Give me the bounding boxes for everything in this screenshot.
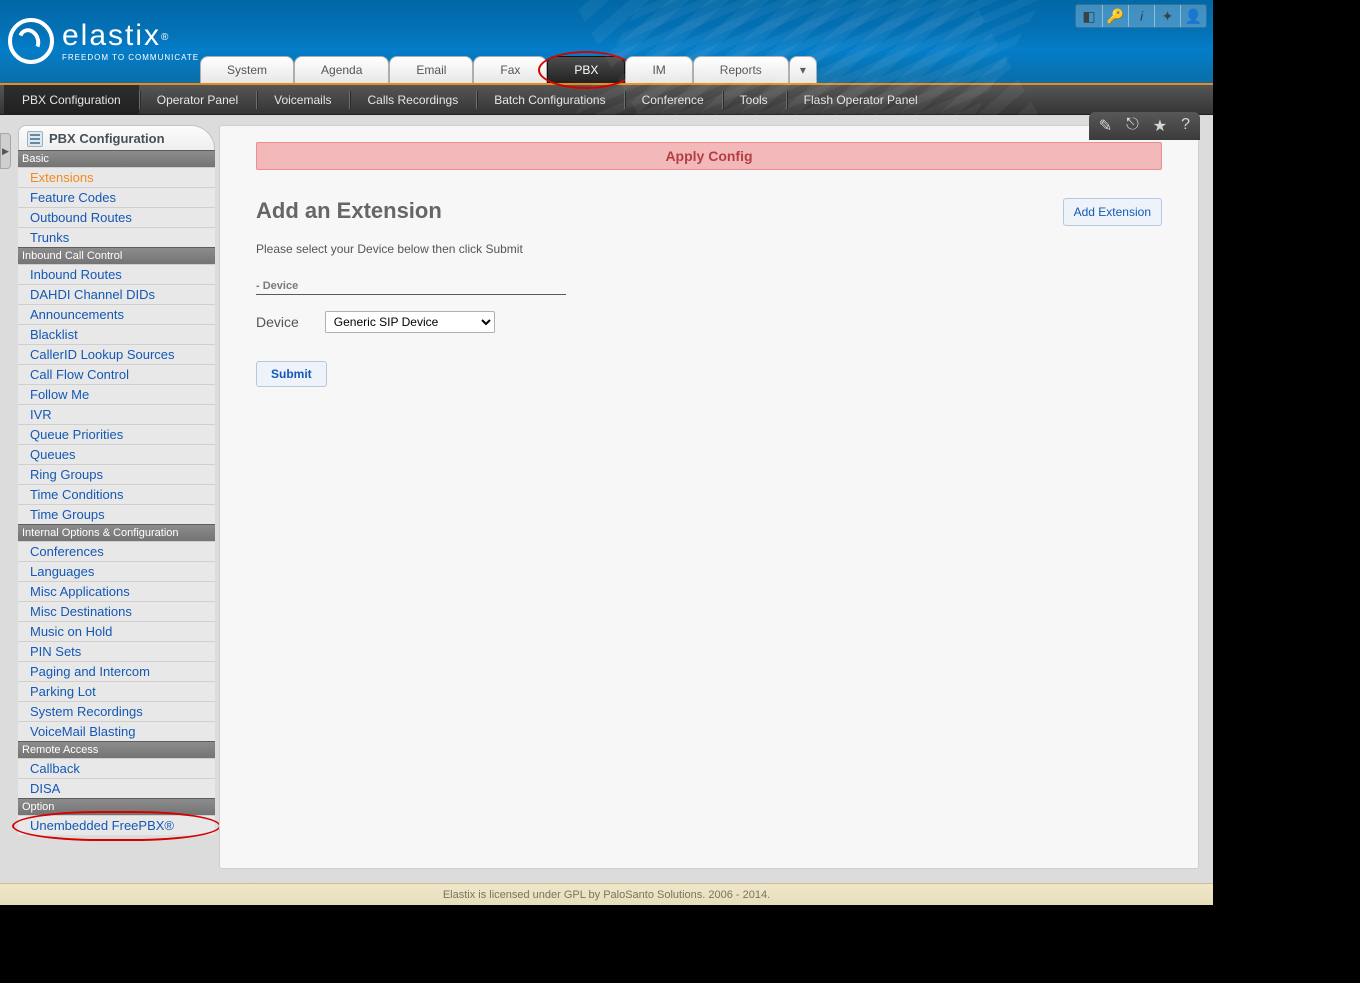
side-head: Remote Access xyxy=(18,741,215,758)
section-divider xyxy=(256,294,566,295)
side-item-ring-groups[interactable]: Ring Groups xyxy=(18,464,215,484)
top-tabs: SystemAgendaEmailFaxPBXIMReports▾ xyxy=(200,56,817,83)
instruction-text: Please select your Device below then cli… xyxy=(256,242,1162,256)
theme-icon[interactable]: ◧ xyxy=(1076,5,1102,27)
card-toolbar: ✎ ⎋ ★ ? xyxy=(1089,112,1200,140)
search-icon[interactable]: 🔑 xyxy=(1102,5,1128,27)
top-tab-reports[interactable]: Reports xyxy=(693,56,789,83)
side-item-voicemail-blasting[interactable]: VoiceMail Blasting xyxy=(18,721,215,741)
logo-mark-icon xyxy=(8,18,54,64)
side-item-queues[interactable]: Queues xyxy=(18,444,215,464)
subnav-operator-panel[interactable]: Operator Panel xyxy=(139,85,256,115)
side-item-music-on-hold[interactable]: Music on Hold xyxy=(18,621,215,641)
submit-button[interactable]: Submit xyxy=(256,361,327,387)
top-banner: elastix® FREEDOM TO COMMUNICATE ◧ 🔑 i ✦ … xyxy=(0,0,1213,85)
top-tab-pbx[interactable]: PBX xyxy=(547,56,625,83)
add-extension-button[interactable]: Add Extension xyxy=(1063,198,1162,226)
side-item-extensions[interactable]: Extensions xyxy=(18,167,215,187)
logout-icon[interactable]: ⎋ xyxy=(1126,116,1139,136)
star-icon[interactable]: ★ xyxy=(1153,116,1167,136)
apply-config-bar[interactable]: Apply Config xyxy=(256,142,1162,170)
side-item-call-flow-control[interactable]: Call Flow Control xyxy=(18,364,215,384)
side-item-announcements[interactable]: Announcements xyxy=(18,304,215,324)
side-item-inbound-routes[interactable]: Inbound Routes xyxy=(18,264,215,284)
top-tab-more[interactable]: ▾ xyxy=(789,56,817,83)
side-item-trunks[interactable]: Trunks xyxy=(18,227,215,247)
config-icon xyxy=(27,131,43,147)
header-icon-bar: ◧ 🔑 i ✦ 👤 xyxy=(1075,4,1207,28)
section-label: - Device xyxy=(256,280,1162,292)
side-panel: PBX Configuration BasicExtensionsFeature… xyxy=(18,125,215,883)
page-body: ▶ PBX Configuration BasicExtensionsFeatu… xyxy=(0,115,1213,883)
puzzle-icon[interactable]: ✦ xyxy=(1154,5,1180,27)
side-panel-title: PBX Configuration xyxy=(18,125,215,150)
side-item-ivr[interactable]: IVR xyxy=(18,404,215,424)
side-item-time-conditions[interactable]: Time Conditions xyxy=(18,484,215,504)
subnav-tools[interactable]: Tools xyxy=(722,85,786,115)
side-item-system-recordings[interactable]: System Recordings xyxy=(18,701,215,721)
side-item-conferences[interactable]: Conferences xyxy=(18,541,215,561)
logo-subtext: FREEDOM TO COMMUNICATE xyxy=(62,53,199,62)
help-icon[interactable]: ? xyxy=(1181,116,1190,136)
side-item-misc-applications[interactable]: Misc Applications xyxy=(18,581,215,601)
side-item-follow-me[interactable]: Follow Me xyxy=(18,384,215,404)
page-heading: Add an Extension xyxy=(256,198,1162,224)
side-item-languages[interactable]: Languages xyxy=(18,561,215,581)
device-select[interactable]: Generic SIP Device xyxy=(325,311,495,333)
side-item-disa[interactable]: DISA xyxy=(18,778,215,798)
subnav-flash-operator-panel[interactable]: Flash Operator Panel xyxy=(786,85,936,115)
top-tab-fax[interactable]: Fax xyxy=(473,56,547,83)
top-tab-system[interactable]: System xyxy=(200,56,294,83)
side-item-paging-and-intercom[interactable]: Paging and Intercom xyxy=(18,661,215,681)
side-item-queue-priorities[interactable]: Queue Priorities xyxy=(18,424,215,444)
side-head: Basic xyxy=(18,150,215,167)
side-item-blacklist[interactable]: Blacklist xyxy=(18,324,215,344)
footer-text: Elastix is licensed under GPL by PaloSan… xyxy=(0,883,1213,905)
side-item-time-groups[interactable]: Time Groups xyxy=(18,504,215,524)
top-tab-im[interactable]: IM xyxy=(625,56,692,83)
side-head: Internal Options & Configuration xyxy=(18,524,215,541)
side-item-callback[interactable]: Callback xyxy=(18,758,215,778)
user-icon[interactable]: 👤 xyxy=(1180,5,1206,27)
edit-icon[interactable]: ✎ xyxy=(1099,116,1112,136)
info-icon[interactable]: i xyxy=(1128,5,1154,27)
device-label: Device xyxy=(256,314,299,330)
subnav-pbx-configuration[interactable]: PBX Configuration xyxy=(4,85,139,115)
side-item-parking-lot[interactable]: Parking Lot xyxy=(18,681,215,701)
side-item-pin-sets[interactable]: PIN Sets xyxy=(18,641,215,661)
sidebar-expand-handle[interactable]: ▶ xyxy=(0,133,11,169)
subnav-batch-configurations[interactable]: Batch Configurations xyxy=(476,85,623,115)
top-tab-agenda[interactable]: Agenda xyxy=(294,56,389,83)
subnav-conference[interactable]: Conference xyxy=(624,85,722,115)
main-card: ✎ ⎋ ★ ? Apply Config Add Extension Add a… xyxy=(219,125,1199,869)
side-item-outbound-routes[interactable]: Outbound Routes xyxy=(18,207,215,227)
side-head: Inbound Call Control xyxy=(18,247,215,264)
side-item-misc-destinations[interactable]: Misc Destinations xyxy=(18,601,215,621)
subnav-calls-recordings[interactable]: Calls Recordings xyxy=(349,85,476,115)
logo-text: elastix xyxy=(62,19,161,52)
side-item-unembedded-freepbx-[interactable]: Unembedded FreePBX® xyxy=(18,815,215,835)
side-head: Option xyxy=(18,798,215,815)
subnav-voicemails[interactable]: Voicemails xyxy=(256,85,349,115)
logo: elastix® FREEDOM TO COMMUNICATE xyxy=(8,18,199,64)
top-tab-email[interactable]: Email xyxy=(389,56,473,83)
side-item-callerid-lookup-sources[interactable]: CallerID Lookup Sources xyxy=(18,344,215,364)
side-panel-title-text: PBX Configuration xyxy=(49,131,165,146)
side-item-dahdi-channel-dids[interactable]: DAHDI Channel DIDs xyxy=(18,284,215,304)
side-item-feature-codes[interactable]: Feature Codes xyxy=(18,187,215,207)
highlight-ellipse xyxy=(538,51,634,89)
